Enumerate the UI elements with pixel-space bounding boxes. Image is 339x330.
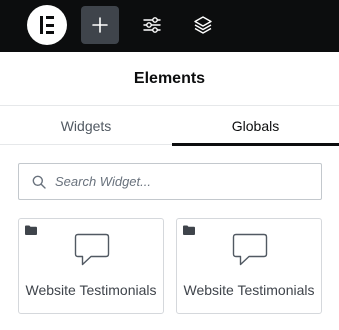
structure-button[interactable] bbox=[184, 6, 222, 44]
card-label: Website Testimonials bbox=[25, 282, 157, 298]
elementor-logo-icon[interactable] bbox=[27, 5, 67, 45]
widget-card[interactable]: Website Testimonials bbox=[176, 218, 322, 314]
sliders-icon bbox=[143, 17, 161, 33]
panel-header: Elements bbox=[0, 52, 339, 106]
testimonial-icon bbox=[74, 233, 110, 266]
panel-title: Elements bbox=[133, 69, 206, 87]
tab-globals[interactable]: Globals bbox=[172, 106, 339, 146]
folder-icon bbox=[25, 225, 37, 235]
tab-widgets[interactable]: Widgets bbox=[0, 106, 172, 145]
search-icon bbox=[31, 174, 47, 190]
search-input[interactable] bbox=[55, 174, 305, 189]
panel-tabs: Widgets Globals bbox=[0, 106, 339, 146]
site-settings-button[interactable] bbox=[133, 6, 171, 44]
testimonial-icon bbox=[232, 233, 268, 266]
editor-topbar bbox=[0, 0, 339, 52]
layers-icon bbox=[194, 16, 212, 34]
card-label: Website Testimonials bbox=[183, 282, 315, 298]
search-box bbox=[18, 163, 322, 200]
add-element-button[interactable] bbox=[81, 6, 119, 44]
folder-icon bbox=[183, 225, 195, 235]
widget-card[interactable]: Website Testimonials bbox=[18, 218, 164, 314]
plus-icon bbox=[92, 17, 108, 33]
